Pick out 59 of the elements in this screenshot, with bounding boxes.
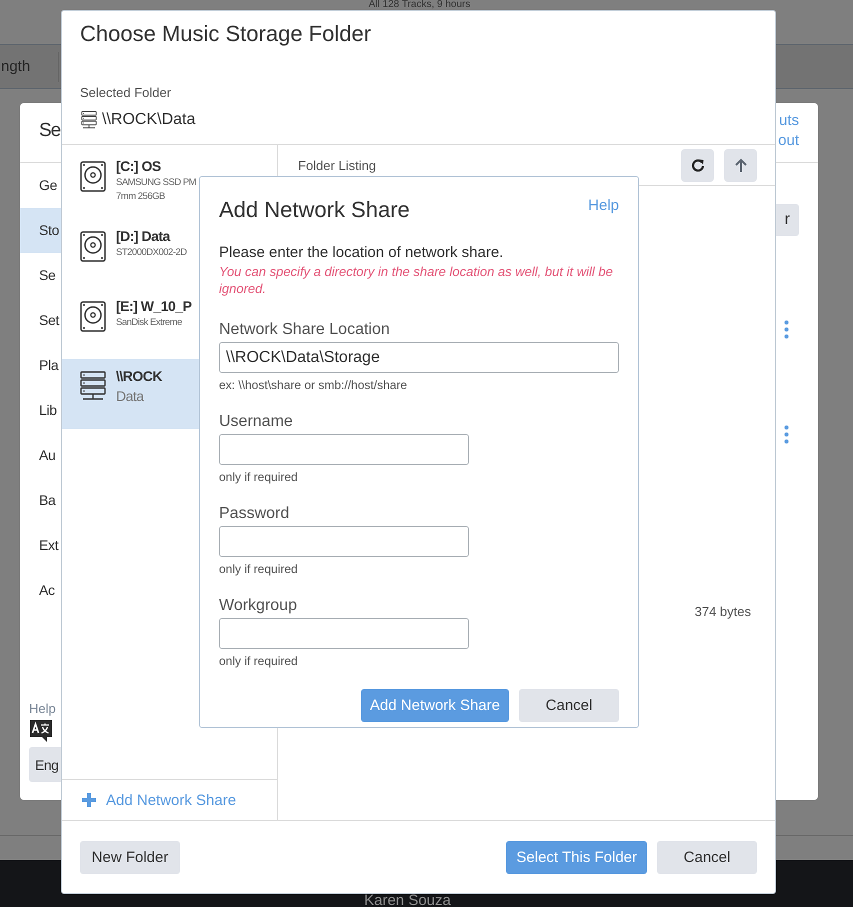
location-detail: 7mm 256GB	[116, 190, 166, 204]
dialog-title: Choose Music Storage Folder	[80, 20, 372, 48]
location-detail: ST2000DX002-2D	[116, 246, 187, 260]
field-label: Password	[219, 504, 290, 524]
hard-drive-icon	[80, 301, 106, 332]
file-size: 374 bytes	[694, 604, 751, 619]
location-detail: SanDisk Extreme	[116, 316, 183, 330]
selected-folder-path: \\ROCK\Data	[102, 111, 196, 129]
field-hint: only if required	[219, 653, 299, 669]
location-name: [E:] W_10_P	[116, 297, 192, 316]
column-header: ngth	[1, 58, 30, 75]
footer-text: Karen Souza	[364, 892, 451, 907]
input-field[interactable]	[219, 526, 469, 557]
field-hint: only if required	[219, 469, 299, 485]
nav-item[interactable]: Pla	[20, 343, 61, 388]
field-label: Selected Folder	[80, 85, 172, 101]
location-detail: SAMSUNG SSD PM	[116, 176, 196, 190]
input-field[interactable]	[219, 618, 469, 649]
nav-item[interactable]: Ext	[20, 523, 61, 568]
kebab-menu-icon[interactable]	[784, 425, 789, 444]
kebab-menu-icon[interactable]	[784, 320, 789, 339]
nav-item[interactable]: Set	[20, 298, 61, 343]
dialog-title: Add Network Share	[219, 196, 410, 224]
field-label: Network Share Location	[219, 320, 391, 340]
language-button[interactable]: Eng	[29, 747, 61, 782]
nav-item[interactable]: Ac	[20, 568, 61, 613]
dialog-button[interactable]: New Folder	[80, 840, 180, 874]
summary-text: All 128 Tracks, 9 hours	[368, 0, 470, 10]
instruction-text: Please enter the location of network share.	[219, 243, 504, 263]
up-button[interactable]	[724, 148, 757, 182]
nav-item[interactable]: Se	[20, 253, 61, 298]
cancel-button[interactable]: Cancel	[519, 689, 619, 722]
location-name: \\ROCK	[116, 367, 162, 386]
up-arrow-icon	[734, 158, 748, 172]
translate-icon	[29, 719, 53, 743]
nav-item[interactable]: Au	[20, 433, 61, 478]
refresh-button[interactable]	[681, 148, 714, 182]
server-icon	[80, 111, 98, 129]
plus-icon	[81, 792, 97, 808]
refresh-icon	[690, 158, 704, 172]
location-detail: Data	[116, 387, 145, 406]
nav-item[interactable]: Ge	[20, 163, 61, 208]
panel-label: Folder Listing	[298, 158, 378, 172]
nav-item[interactable]: Sto	[20, 208, 61, 253]
nav-item[interactable]: Ba	[20, 478, 61, 523]
field-hint: only if required	[219, 561, 299, 577]
dialog-title: Se	[38, 119, 60, 143]
location-name: [C:] OS	[116, 157, 162, 176]
hard-drive-icon	[80, 231, 106, 262]
input-field[interactable]	[219, 434, 469, 465]
help-label: Help	[29, 701, 56, 717]
server-icon	[80, 371, 106, 401]
hard-drive-icon	[80, 161, 106, 192]
nav-item[interactable]: Lib	[20, 388, 61, 433]
warning-note: You can specify a directory in the share location as well, but it will be ignored.	[219, 263, 614, 297]
dialog-button[interactable]: Cancel	[657, 840, 757, 874]
location-name: [D:] Data	[116, 227, 172, 246]
input-field[interactable]: \\ROCK\Data\Storage	[219, 342, 619, 373]
field-label: Workgroup	[219, 596, 298, 616]
